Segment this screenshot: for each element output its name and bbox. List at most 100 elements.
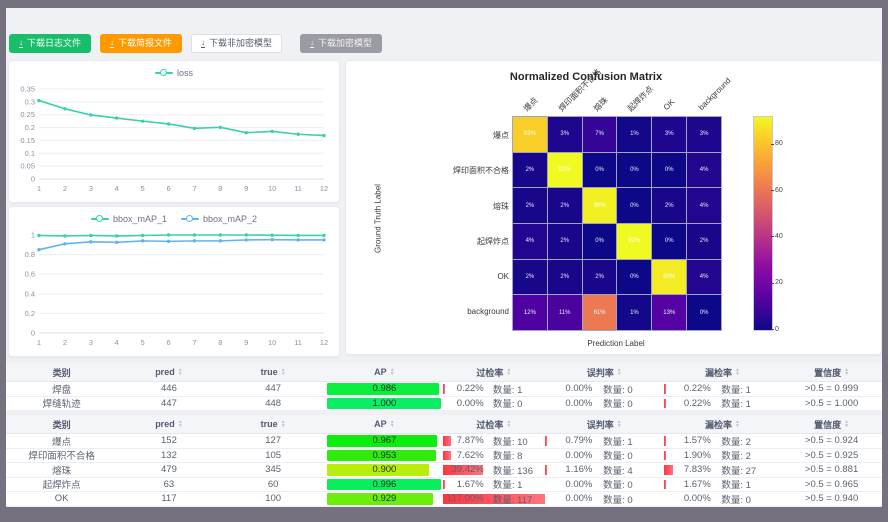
column-header-5[interactable]: 误判率▲▼ [545, 415, 664, 433]
colorbar-tick-label: 0 [775, 326, 779, 333]
rate-count: 数量: 2 [721, 434, 751, 448]
heatmap-cell-value: 4% [700, 274, 709, 280]
metrics-tables: 类别pred▲▼true▲▼AP▲▼过检率▲▼误判率▲▼漏检率▲▼置信度▲▼焊盘… [6, 363, 882, 507]
svg-text:0.15: 0.15 [20, 136, 35, 145]
table-row: OK1171000.929117.00%数量: 1170.00%数量: 00.0… [6, 492, 882, 507]
column-header-6[interactable]: 漏检率▲▼ [664, 363, 781, 381]
table-header-row: 类别pred▲▼true▲▼AP▲▼过检率▲▼误判率▲▼漏检率▲▼置信度▲▼ [6, 363, 882, 382]
heatmap-cell-value: 0% [595, 167, 604, 173]
column-header-1[interactable]: pred▲▼ [117, 363, 220, 381]
heatmap-cell: 2% [513, 153, 547, 188]
heatmap-cell: 0% [583, 153, 617, 188]
sort-caret[interactable]: ▲▼ [281, 420, 286, 428]
legend-marker-icon [155, 69, 173, 77]
sort-caret[interactable]: ▲▼ [390, 368, 395, 376]
column-header-7[interactable]: 置信度▲▼ [781, 363, 882, 381]
true-value: 345 [265, 464, 281, 475]
column-header-7[interactable]: 置信度▲▼ [781, 415, 882, 433]
true-value: 100 [265, 493, 281, 504]
misjudge-rate-cell: 0.00%数量: 0 [545, 449, 664, 463]
sort-caret[interactable]: ▲▼ [735, 420, 740, 428]
download-report-file-button[interactable]: ↓下载简报文件 [100, 34, 182, 53]
heatmap-cell-value: 4% [700, 167, 709, 173]
heatmap-cell: 3% [687, 117, 721, 152]
sort-caret[interactable]: ▲▼ [844, 420, 849, 428]
download-icon: ↓ [110, 39, 114, 48]
confidence-value: >0.5 = 0.881 [805, 464, 858, 475]
column-header-0: 类别 [6, 363, 117, 381]
heatmap-cell-value: 90% [594, 203, 606, 209]
heatmap-cell: 1% [617, 117, 651, 152]
heatmap-cell-value: 2% [700, 238, 709, 244]
rate-percent: 1.67% [664, 479, 711, 490]
column-header-5[interactable]: 误判率▲▼ [545, 363, 664, 381]
sort-caret[interactable]: ▲▼ [178, 368, 183, 376]
rate-count: 数量: 0 [603, 492, 633, 506]
rate-percent: 0.22% [443, 383, 484, 394]
heatmap-cell-value: 2% [526, 203, 535, 209]
pred-value: 479 [161, 464, 177, 475]
svg-text:0.25: 0.25 [20, 110, 35, 119]
sort-caret[interactable]: ▲▼ [390, 420, 395, 428]
column-header-4[interactable]: 过检率▲▼ [443, 415, 545, 433]
pred-value: 447 [161, 398, 177, 409]
column-header-2[interactable]: true▲▼ [221, 363, 326, 381]
legend-item-loss[interactable]: loss [155, 68, 193, 78]
sort-caret[interactable]: ▲▼ [735, 368, 740, 376]
ap-value: 0.967 [326, 435, 443, 446]
confidence-cell: >0.5 = 0.881 [781, 463, 882, 477]
heatmap-cell: 2% [652, 188, 686, 223]
column-header-label: 置信度 [814, 366, 841, 379]
pred-cell: 447 [117, 397, 220, 411]
confusion-matrix-ylabel: Ground Truth Label [374, 159, 383, 279]
rate-percent: 0.22% [664, 383, 711, 394]
heatmap-cell-value: 0% [630, 203, 639, 209]
sort-caret[interactable]: ▲▼ [617, 420, 622, 428]
true-cell: 448 [221, 397, 326, 411]
column-header-3[interactable]: AP▲▼ [326, 363, 443, 381]
column-header-6[interactable]: 漏检率▲▼ [664, 415, 781, 433]
svg-text:0.4: 0.4 [25, 289, 35, 298]
column-header-0: 类别 [6, 415, 117, 433]
sort-caret[interactable]: ▲▼ [617, 368, 622, 376]
table-row: 爆点1521270.9677.87%数量: 100.79%数量: 11.57%数… [6, 434, 882, 449]
category-label: 焊缝轨迹 [43, 396, 81, 410]
sort-caret[interactable]: ▲▼ [281, 368, 286, 376]
pred-cell: 479 [117, 463, 220, 477]
download-unencrypted-model-button[interactable]: ↓下载非加密模型 [191, 34, 282, 53]
column-header-label: 过检率 [476, 366, 503, 379]
heatmap-cell: 2% [548, 260, 582, 295]
rate-percent: 39.42% [443, 464, 484, 475]
confidence-value: >0.5 = 0.940 [805, 493, 858, 504]
sort-caret[interactable]: ▲▼ [844, 368, 849, 376]
column-header-1[interactable]: pred▲▼ [117, 415, 220, 433]
rate-percent: 0.00% [545, 479, 593, 490]
cm-row-label: 熔珠 [366, 201, 509, 212]
heatmap-cell: 90% [583, 188, 617, 223]
column-header-4[interactable]: 过检率▲▼ [443, 363, 545, 381]
column-header-3[interactable]: AP▲▼ [326, 415, 443, 433]
legend-item-bbox_mAP_2[interactable]: bbox_mAP_2 [181, 214, 257, 224]
cm-row-label: 焊印面积不合格 [366, 165, 509, 176]
dashboard-page: { "colors": { "frame": "#76717f", "page_… [0, 0, 888, 522]
category-label: 爆点 [52, 434, 71, 448]
heatmap-cell-value: 92% [628, 238, 640, 244]
sort-caret[interactable]: ▲▼ [506, 420, 511, 428]
sort-caret[interactable]: ▲▼ [178, 420, 183, 428]
category-label: 焊印面积不合格 [28, 448, 95, 462]
column-header-label: pred [155, 419, 175, 429]
svg-text:0: 0 [31, 175, 35, 184]
rate-count: 数量: 136 [493, 463, 533, 477]
rate-count: 数量: 2 [721, 448, 751, 462]
heatmap-cell: 0% [617, 188, 651, 223]
overkill-rate-cell: 1.67%数量: 1 [443, 478, 545, 492]
download-encrypted-model-button[interactable]: ↓下载加密模型 [300, 34, 382, 53]
download-log-file-button[interactable]: ↓下载日志文件 [9, 34, 91, 53]
sort-caret[interactable]: ▲▼ [506, 368, 511, 376]
column-header-2[interactable]: true▲▼ [221, 415, 326, 433]
loss-plot: 00.050.10.150.20.250.30.3512345678910111… [9, 83, 337, 199]
miss-rate-cell: 1.90%数量: 2 [664, 449, 781, 463]
legend-item-bbox_mAP_1[interactable]: bbox_mAP_1 [91, 214, 167, 224]
heatmap-cell: 2% [548, 188, 582, 223]
category-label: 起焊炸点 [43, 477, 81, 491]
